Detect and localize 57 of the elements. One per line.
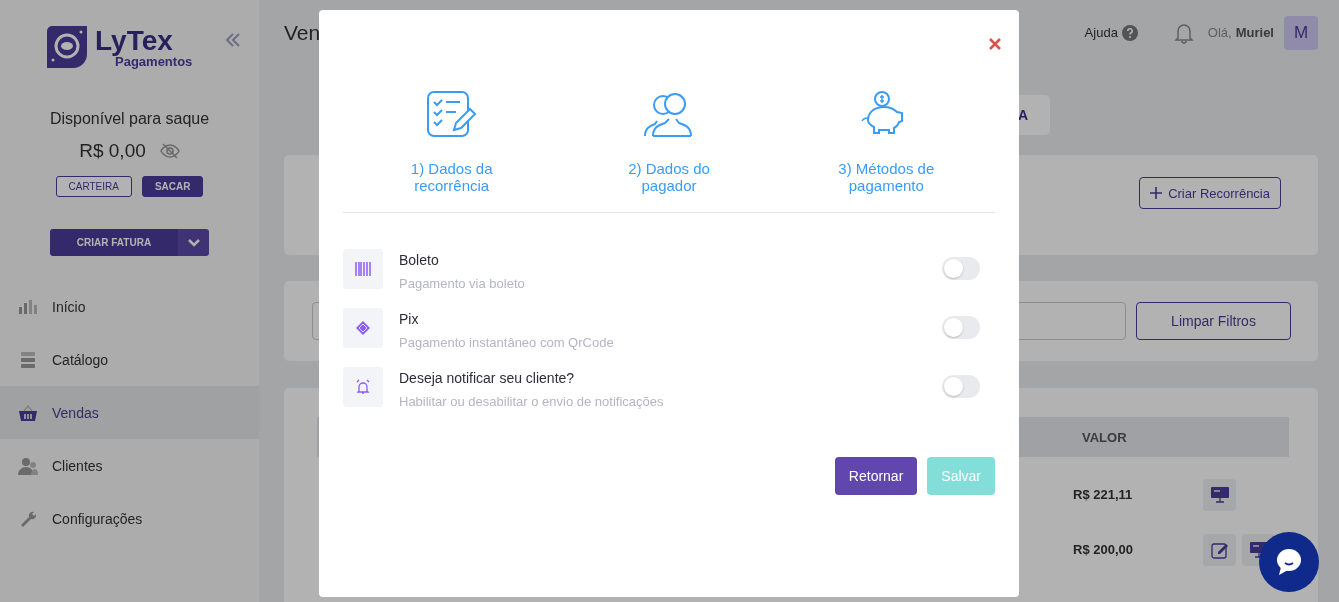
table-cell-text: R$ 200,00 xyxy=(1073,542,1134,557)
option-title: Deseja notificar seu cliente? xyxy=(399,370,576,386)
dropdown-button[interactable] xyxy=(178,229,209,256)
option-description: Habilitar ou desabilitar o envio de notificações xyxy=(399,394,665,409)
create-recurrence-button[interactable]: Criar Recorrência xyxy=(1139,177,1281,209)
basket-icon xyxy=(18,403,38,422)
toggle-switch[interactable] xyxy=(942,316,980,339)
user-name: Muriel xyxy=(1235,25,1274,40)
step-label: 3) Métodos de pagamento xyxy=(837,160,936,194)
option-title: Boleto xyxy=(399,252,440,268)
chart-icon xyxy=(18,297,38,316)
toggle-switch[interactable] xyxy=(942,375,980,398)
invoice-button[interactable] xyxy=(1203,478,1236,511)
help-icon xyxy=(1121,24,1138,41)
option-description: Pagamento via boleto xyxy=(399,276,526,291)
step-label: 1) Dados da recorrência xyxy=(409,160,494,194)
monitor-icon xyxy=(1209,485,1230,504)
bell-icon xyxy=(355,379,371,395)
withdraw-button[interactable]: SACAR xyxy=(141,176,204,197)
diamond-icon xyxy=(355,320,371,336)
users-icon xyxy=(643,90,695,140)
collapse-icon xyxy=(224,32,243,48)
option-description: Pagamento instantâneo com QrCode xyxy=(399,335,615,350)
nav-item[interactable]: Vendas xyxy=(0,386,259,439)
chevron-down-icon xyxy=(187,238,200,247)
step-label: 2) Dados do pagador xyxy=(627,160,711,194)
column-header: VALOR xyxy=(1082,429,1127,445)
nav-item[interactable]: Catálogo xyxy=(0,333,259,386)
nav-item[interactable]: Configurações xyxy=(0,492,259,545)
drawers-icon xyxy=(18,350,38,369)
chat-icon xyxy=(1274,547,1304,577)
user-avatar[interactable]: M xyxy=(1284,15,1318,50)
greeting-text: Olá, xyxy=(1207,25,1232,40)
wallet-button[interactable]: CARTEIRA xyxy=(55,176,132,197)
brand-tagline: Pagamentos xyxy=(115,54,193,68)
create-invoice-button[interactable]: CRIAR FATURA xyxy=(50,229,178,256)
hidden-eye-icon xyxy=(159,143,180,159)
nav-item[interactable]: Clientes xyxy=(0,439,259,492)
nav-item[interactable]: Início xyxy=(0,280,259,333)
people-icon xyxy=(18,456,38,475)
page-title: Ven xyxy=(284,20,321,45)
notification-bell-icon xyxy=(1173,21,1194,44)
return-button[interactable]: Retornar xyxy=(834,457,918,495)
brand-name: LyTex xyxy=(95,26,173,55)
barcode-icon xyxy=(355,261,371,277)
help-link[interactable]: Ajuda xyxy=(1084,24,1138,41)
balance-label: Disponível para saque xyxy=(49,110,210,128)
toggle-switch[interactable] xyxy=(942,257,980,280)
balance-amount: R$ 0,00 xyxy=(79,140,146,162)
close-icon[interactable] xyxy=(989,38,1001,50)
option-title: Pix xyxy=(399,311,420,327)
edit-button[interactable] xyxy=(1203,533,1236,566)
clear-filters-button[interactable]: Limpar Filtros xyxy=(1136,302,1291,340)
plus-icon xyxy=(1150,187,1163,199)
edit-icon xyxy=(1210,540,1229,559)
table-cell-text: R$ 221,11 xyxy=(1073,487,1134,502)
checklist-icon xyxy=(425,90,478,140)
